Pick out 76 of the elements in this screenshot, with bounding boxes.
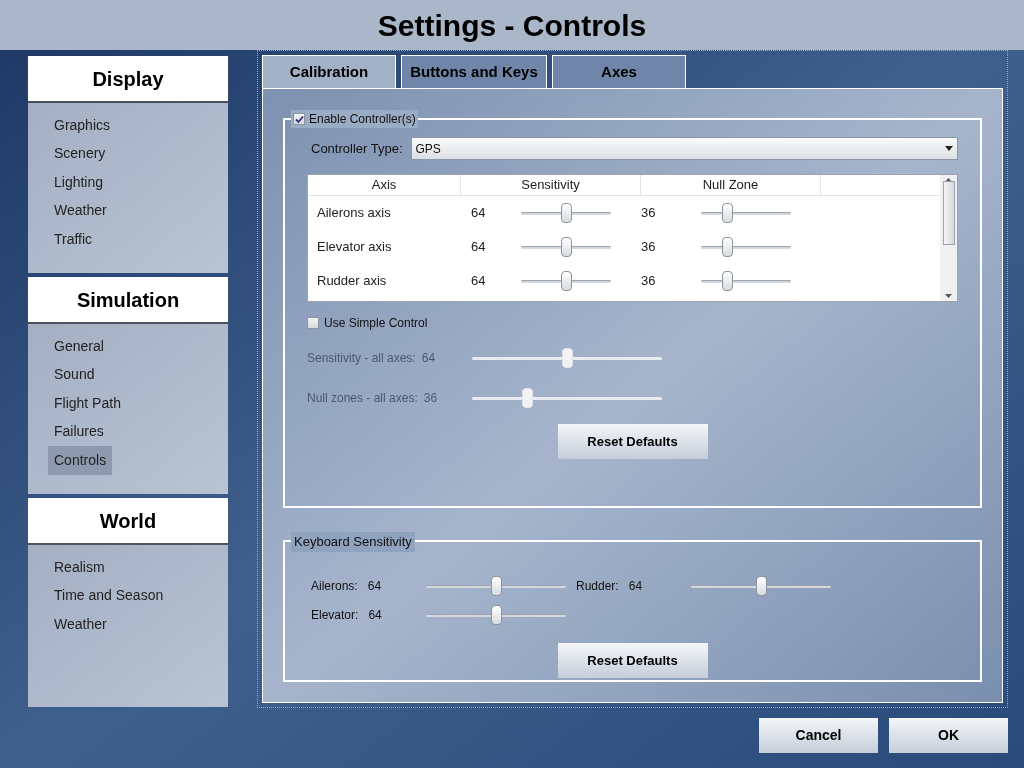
checkbox[interactable] (293, 113, 305, 125)
slider-thumb[interactable] (722, 271, 734, 291)
sidebar-item[interactable]: Traffic (48, 225, 99, 254)
keyboard-slider-label: Rudder: 64 (576, 578, 644, 595)
tab[interactable]: Axes (552, 55, 686, 88)
section-title: World (99, 508, 157, 534)
sensitivity-value: 64 (470, 204, 487, 223)
section-title: Simulation (76, 287, 180, 313)
keyboard-slider-label: Ailerons: 64 (311, 578, 383, 595)
sensitivity-slider[interactable] (521, 237, 611, 257)
slider-thumb[interactable] (561, 203, 572, 223)
axis-name: Rudder axis (316, 272, 388, 291)
null-zone-slider[interactable] (701, 271, 791, 291)
simple-slider-value: 36 (423, 390, 438, 407)
sidebar-item[interactable]: Weather (48, 610, 113, 639)
sidebar-item[interactable]: Scenery (48, 139, 112, 168)
null-zone-slider[interactable] (701, 203, 791, 223)
scroll-down-icon[interactable] (945, 294, 952, 298)
scrollbar[interactable] (940, 175, 957, 301)
sensitivity-value: 64 (470, 238, 487, 257)
controller-type-dropdown[interactable]: GPS (410, 137, 958, 160)
sidebar-item[interactable]: Realism (48, 553, 111, 582)
tab[interactable]: Buttons and Keys (401, 55, 547, 88)
sidebar-item[interactable]: Failures (48, 417, 110, 446)
axis-name: Elevator axis (316, 238, 393, 257)
column-header[interactable]: Null Zone (641, 175, 821, 195)
keyboard-slider[interactable] (426, 576, 566, 596)
tab[interactable]: Calibration (262, 55, 396, 88)
slider-thumb[interactable] (491, 576, 502, 596)
slider-thumb[interactable] (756, 576, 767, 596)
scroll-thumb[interactable] (942, 181, 955, 245)
simple-slider-value: 64 (421, 350, 436, 367)
dropdown-value: GPS (415, 140, 441, 158)
null-zone-slider[interactable] (701, 237, 791, 257)
sidebar-item[interactable]: Lighting (48, 168, 110, 197)
keyboard-slider-label: Elevator: 64 (311, 607, 383, 624)
simple-slider[interactable] (472, 388, 662, 408)
dialog-button[interactable]: Cancel (759, 718, 878, 753)
simple-slider[interactable] (472, 348, 662, 368)
column-header[interactable]: Sensitivity (461, 175, 641, 195)
window-title: Settings - Controls (377, 7, 647, 44)
null-zone-value: 36 (640, 272, 657, 291)
axis-name: Ailerons axis (316, 204, 392, 223)
simple-slider-label: Null zones - all axes: (307, 390, 418, 407)
slider-thumb[interactable] (722, 203, 734, 223)
section-title: Display (92, 66, 164, 92)
enable-controllers-label: Enable Controller(s) (309, 111, 416, 128)
dialog-button[interactable]: OK (889, 718, 1008, 753)
slider-thumb[interactable] (722, 237, 734, 257)
reset-defaults-button[interactable]: Reset Defaults (557, 643, 708, 678)
checkbox[interactable] (307, 317, 319, 329)
null-zone-value: 36 (640, 238, 657, 257)
sidebar-item[interactable]: Time and Season (48, 581, 170, 610)
sidebar-item[interactable]: General (48, 332, 110, 361)
simple-slider-label: Sensitivity - all axes: (307, 350, 416, 367)
controller-type-label: Controller Type: (311, 139, 403, 158)
dropdown-caret-icon (945, 146, 953, 151)
reset-defaults-button[interactable]: Reset Defaults (557, 424, 708, 459)
sidebar-item[interactable]: Graphics (48, 111, 117, 140)
sidebar-item[interactable]: Sound (48, 360, 101, 389)
slider-thumb[interactable] (491, 605, 502, 625)
check-icon (294, 114, 304, 124)
sensitivity-value: 64 (470, 272, 487, 291)
sensitivity-slider[interactable] (521, 203, 611, 223)
sidebar-item[interactable]: Weather (48, 196, 113, 225)
sidebar-item[interactable]: Flight Path (48, 389, 127, 418)
keyboard-sensitivity-title: Keyboard Sensitivity (291, 532, 415, 552)
sidebar-item[interactable]: Controls (48, 446, 113, 475)
slider-thumb[interactable] (561, 271, 572, 291)
simple-control-label: Use Simple Control (324, 315, 428, 332)
keyboard-slider[interactable] (691, 576, 831, 596)
sensitivity-slider[interactable] (521, 271, 611, 291)
keyboard-slider[interactable] (426, 605, 566, 625)
slider-thumb[interactable] (561, 237, 572, 257)
null-zone-value: 36 (640, 204, 657, 223)
column-header[interactable]: Axis (308, 175, 461, 195)
